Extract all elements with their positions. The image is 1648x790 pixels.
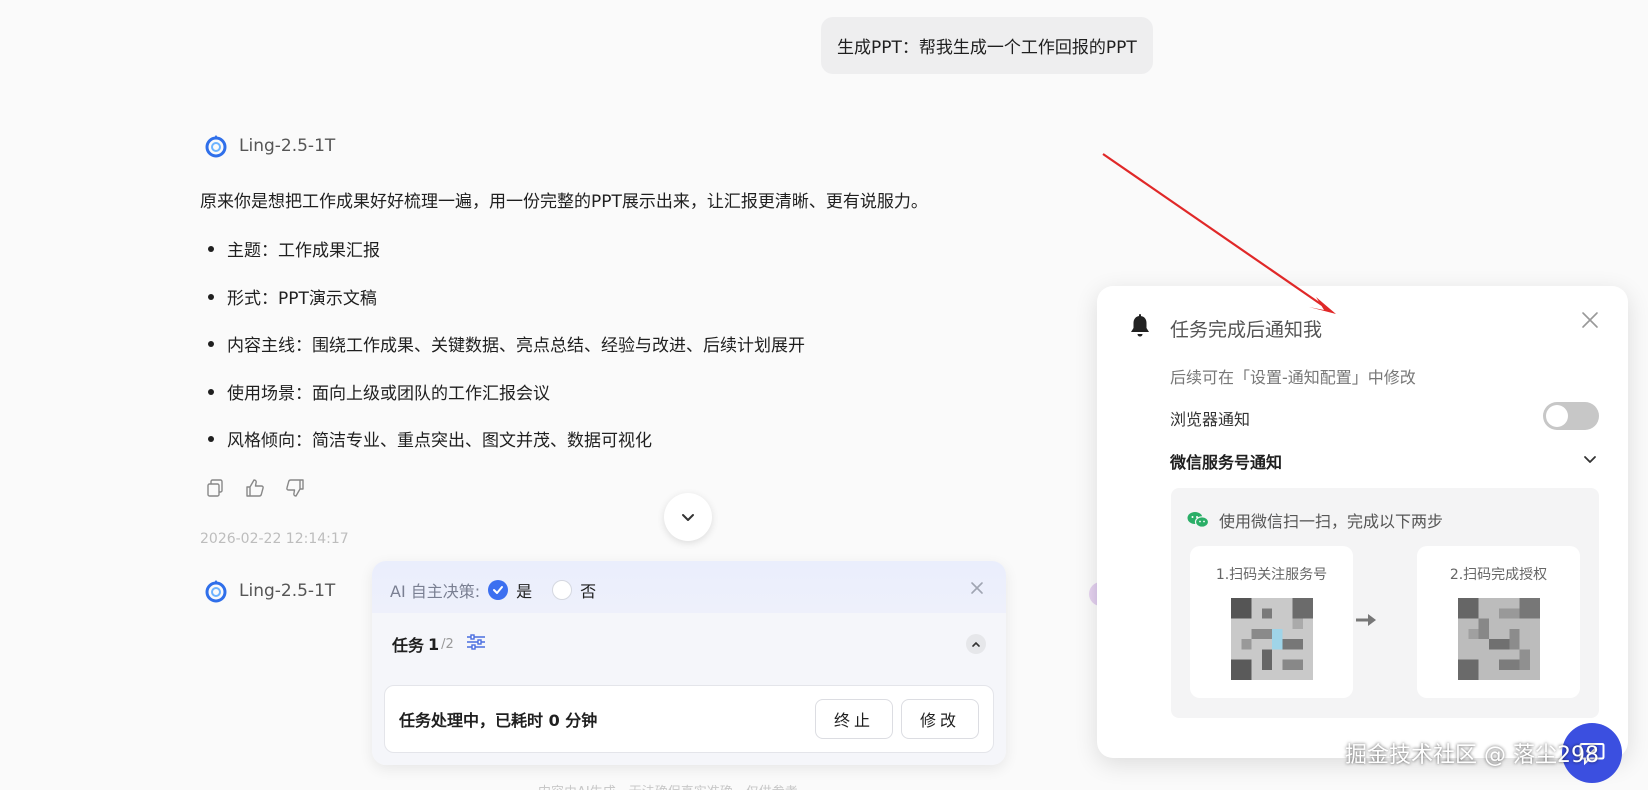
- notify-subtitle: 后续可在「设置-通知配置」中修改: [1170, 368, 1416, 387]
- watermark: 掘金技术社区 @ 落尘298: [1345, 743, 1599, 768]
- model-name: Ling-2.5-1T: [239, 581, 336, 601]
- task-panel: AI 自主决策: 是 否 任务 1 /2 任务处理中，已耗时 0 分钟 终止 修…: [372, 561, 1006, 765]
- task-status-text: 任务处理中，已耗时 0 分钟: [399, 711, 598, 730]
- qr-code-image: [1231, 598, 1313, 680]
- model-header: Ling-2.5-1T: [203, 578, 335, 604]
- qr-card-step1: 1.扫码关注服务号: [1190, 546, 1353, 698]
- stop-task-button[interactable]: 终止: [815, 699, 893, 739]
- browser-notify-label: 浏览器通知: [1170, 410, 1251, 429]
- arrow-right-icon: [1356, 614, 1376, 626]
- chevron-down-icon: [682, 514, 694, 521]
- list-item: 使用场景：面向上级或团队的工作汇报会议: [200, 379, 805, 427]
- edit-task-button[interactable]: 修改: [901, 699, 979, 739]
- message-timestamp: 2026-02-22 12:14:17: [200, 531, 349, 547]
- qr-step1-label: 1.扫码关注服务号: [1215, 567, 1328, 583]
- model-name: Ling-2.5-1T: [239, 136, 336, 156]
- answer-intro: 原来你是想把工作成果好好梳理一遍，用一份完整的PPT展示出来，让汇报更清晰、更有…: [200, 192, 928, 212]
- message-actions: [205, 478, 305, 498]
- task-total: /2: [441, 636, 454, 652]
- sliders-icon[interactable]: [466, 633, 486, 655]
- ai-decide-row: AI 自主决策: 是 否: [390, 578, 616, 602]
- qr-hint-text: 使用微信扫一扫，完成以下两步: [1219, 512, 1444, 531]
- user-message-text: 生成PPT：帮我生成一个工作回报的PPT: [837, 38, 1137, 58]
- scroll-to-bottom-button[interactable]: [664, 493, 712, 541]
- close-icon[interactable]: [970, 576, 984, 600]
- close-icon[interactable]: [1580, 310, 1600, 334]
- notify-panel: 任务完成后通知我 后续可在「设置-通知配置」中修改 浏览器通知 微信服务号通知 …: [1097, 286, 1628, 758]
- chevron-down-icon[interactable]: [1582, 451, 1598, 471]
- user-message-bubble: 生成PPT：帮我生成一个工作回报的PPT: [821, 17, 1153, 74]
- model-logo-icon: [205, 580, 227, 603]
- chevron-up-icon: [972, 641, 980, 647]
- wechat-qr-section: 使用微信扫一扫，完成以下两步 1.扫码关注服务号 2.扫码完成授权: [1171, 488, 1599, 718]
- radio-no-label[interactable]: 否: [580, 578, 596, 602]
- model-logo-icon: [205, 135, 227, 158]
- task-label: 任务: [392, 636, 425, 655]
- list-item: 风格倾向：简洁专业、重点突出、图文并茂、数据可视化: [200, 426, 805, 474]
- radio-yes[interactable]: [488, 580, 509, 600]
- radio-yes-label[interactable]: 是: [516, 578, 532, 602]
- task-current: 1: [428, 634, 440, 654]
- qr-card-step2: 2.扫码完成授权: [1417, 546, 1580, 698]
- list-item: 内容主线：围绕工作成果、关键数据、亮点总结、经验与改进、后续计划展开: [200, 331, 805, 379]
- copy-icon[interactable]: [205, 478, 225, 498]
- wechat-notify-label[interactable]: 微信服务号通知: [1170, 449, 1282, 473]
- ai-disclaimer: 内容由AI生成，无法确保真实准确，仅供参考: [538, 781, 798, 790]
- qr-code-image: [1458, 598, 1540, 680]
- qr-step2-label: 2.扫码完成授权: [1449, 567, 1548, 583]
- radio-no[interactable]: [552, 580, 573, 600]
- thumbs-up-icon[interactable]: [245, 478, 265, 498]
- task-header: 任务 1 /2: [372, 614, 1006, 674]
- bell-icon: [1127, 313, 1153, 343]
- list-item: 主题：工作成果汇报: [200, 236, 805, 284]
- notify-title: 任务完成后通知我: [1170, 319, 1323, 341]
- ai-decide-label: AI 自主决策:: [390, 582, 481, 601]
- thumbs-down-icon[interactable]: [285, 478, 305, 498]
- model-header: Ling-2.5-1T: [203, 133, 335, 159]
- qr-hint: 使用微信扫一扫，完成以下两步: [1187, 508, 1443, 532]
- task-status-card: 任务处理中，已耗时 0 分钟 终止 修改: [384, 685, 994, 753]
- list-item: 形式：PPT演示文稿: [200, 284, 805, 332]
- browser-notify-toggle[interactable]: [1543, 402, 1599, 430]
- wechat-icon: [1187, 512, 1209, 528]
- collapse-button[interactable]: [966, 634, 986, 654]
- answer-bullet-list: 主题：工作成果汇报 形式：PPT演示文稿 内容主线：围绕工作成果、关键数据、亮点…: [200, 236, 805, 474]
